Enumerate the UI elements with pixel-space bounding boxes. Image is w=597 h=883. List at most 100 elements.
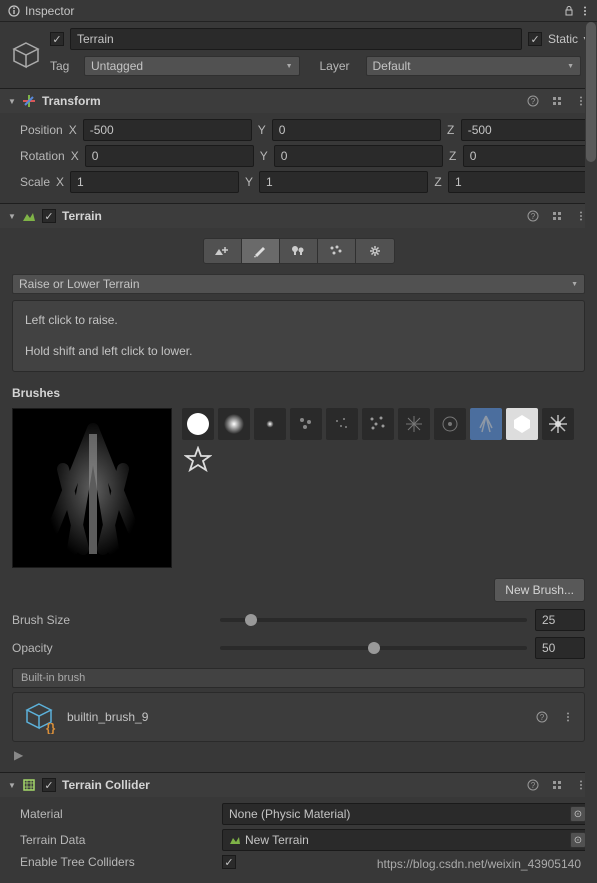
tool-paint-trees[interactable] [280,239,318,263]
terrain-mode-dropdown[interactable]: Raise or Lower Terrain [12,274,585,294]
scrollbar-thumb[interactable] [586,22,596,162]
brush-thumb-2[interactable] [254,408,286,440]
gameobject-enabled-checkbox[interactable] [50,32,64,46]
layer-label: Layer [320,59,360,73]
brush-thumb-10[interactable] [542,408,574,440]
position-y-input[interactable] [272,119,441,141]
info-icon [8,5,20,17]
brush-asset-box: {} builtin_brush_9 ? [12,692,585,742]
foldout-icon: ▼ [8,212,16,221]
brush-thumb-3[interactable] [290,408,322,440]
brush-size-slider[interactable] [220,618,527,622]
collider-enabled-checkbox[interactable] [42,778,56,792]
position-x-input[interactable] [83,119,252,141]
rotation-z-input[interactable] [463,145,597,167]
watermark: https://blog.csdn.net/weixin_43905140 [377,857,581,871]
collider-title: Terrain Collider [62,778,519,792]
brush-thumb-6[interactable] [398,408,430,440]
svg-text:?: ? [540,713,545,722]
terrain-data-field[interactable]: New Terrain ⊙ [222,829,589,851]
help-box: Left click to raise. Hold shift and left… [12,300,585,372]
transform-icon [22,94,36,108]
kebab-menu-icon[interactable] [577,3,593,19]
terrain-asset-icon [229,834,241,846]
svg-text:{}: {} [46,721,56,734]
brush-thumb-5[interactable] [362,408,394,440]
tab-title: Inspector [25,4,74,18]
enable-tree-label: Enable Tree Colliders [8,855,218,869]
enable-tree-checkbox[interactable] [222,855,236,869]
new-brush-button[interactable]: New Brush... [494,578,585,602]
terrain-enabled-checkbox[interactable] [42,209,56,223]
brush-thumb-8[interactable] [470,408,502,440]
brush-thumb-11[interactable] [182,444,214,476]
static-dropdown[interactable]: Static ▼ [548,32,589,46]
preset-icon[interactable] [549,777,565,793]
transform-header[interactable]: ▼ Transform ? [0,89,597,113]
tag-label: Tag [50,59,78,73]
brush-size-input[interactable] [535,609,585,631]
collider-icon [22,778,36,792]
asset-foldout[interactable]: ▶ [8,746,589,764]
foldout-icon: ▼ [8,97,16,106]
object-picker-icon[interactable]: ⊙ [570,806,586,822]
scale-x-input[interactable] [70,171,239,193]
brush-thumb-7[interactable] [434,408,466,440]
tag-dropdown[interactable]: Untagged [84,56,300,76]
scale-y-input[interactable] [259,171,428,193]
brush-preview [12,408,172,568]
terrain-toolbar [8,232,589,274]
position-z-input[interactable] [461,119,597,141]
scale-label: Scale [8,175,50,189]
tool-paint-details[interactable] [318,239,356,263]
tool-terrain-settings[interactable] [356,239,394,263]
kebab-menu-icon[interactable] [560,709,576,725]
help-line-1: Left click to raise. [25,311,572,330]
static-checkbox[interactable] [528,32,542,46]
gameobject-name-input[interactable] [70,28,522,50]
material-field[interactable]: None (Physic Material) ⊙ [222,803,589,825]
help-icon[interactable]: ? [525,208,541,224]
vertical-scrollbar[interactable] [585,22,597,883]
brush-thumb-0[interactable] [182,408,214,440]
object-picker-icon[interactable]: ⊙ [570,832,586,848]
tool-paint-terrain[interactable] [242,239,280,263]
rotation-y-input[interactable] [274,145,443,167]
svg-text:?: ? [531,212,536,221]
position-label: Position [8,123,63,137]
tool-create-neighbor[interactable] [204,239,242,263]
static-label: Static [548,32,578,46]
preset-icon[interactable] [549,208,565,224]
brush-grid [182,408,585,568]
lock-icon[interactable] [561,3,577,19]
rotation-label: Rotation [8,149,65,163]
layer-dropdown[interactable]: Default [366,56,582,76]
gameobject-icon[interactable] [8,37,44,73]
brush-thumb-9[interactable] [506,408,538,440]
opacity-input[interactable] [535,637,585,659]
inspector-tab-bar: Inspector [0,0,597,22]
terrain-collider-header[interactable]: ▼ Terrain Collider ? [0,773,597,797]
transform-component: ▼ Transform ? Position X Y Z Rotation X … [0,88,597,203]
brush-size-label: Brush Size [12,613,212,627]
brush-thumb-4[interactable] [326,408,358,440]
help-line-2: Hold shift and left click to lower. [25,342,572,361]
help-icon[interactable]: ? [525,93,541,109]
terrain-title: Terrain [62,209,519,223]
terrain-component: ▼ Terrain ? Raise or Lower Terrain Left … [0,203,597,772]
help-icon[interactable]: ? [525,777,541,793]
terrain-header[interactable]: ▼ Terrain ? [0,204,597,228]
inspector-tab[interactable]: Inspector [0,0,82,21]
terrain-icon [22,209,36,223]
svg-text:?: ? [531,781,536,790]
opacity-slider[interactable] [220,646,527,650]
material-label: Material [8,807,218,821]
help-icon[interactable]: ? [534,709,550,725]
rotation-x-input[interactable] [85,145,254,167]
brushes-label: Brushes [8,382,589,408]
opacity-label: Opacity [12,641,212,655]
scale-z-input[interactable] [448,171,597,193]
preset-icon[interactable] [549,93,565,109]
brush-thumb-1[interactable] [218,408,250,440]
brush-asset-icon: {} [21,699,57,735]
